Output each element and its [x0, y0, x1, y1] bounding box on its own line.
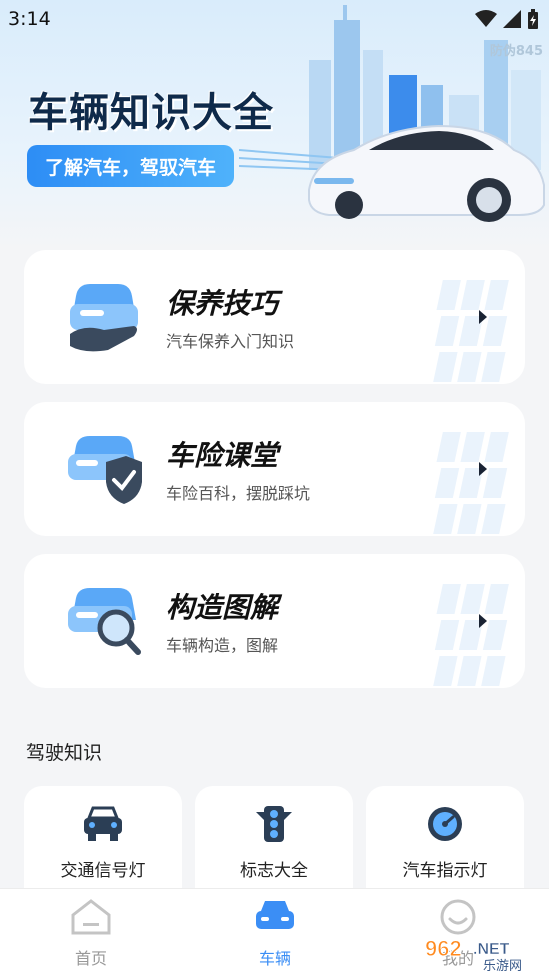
svg-text:962: 962	[425, 936, 462, 961]
page-title: 车辆知识大全	[28, 90, 274, 136]
car-hand-icon	[70, 284, 138, 352]
status-bar: 3:14	[0, 0, 549, 38]
car-shield-icon	[68, 436, 142, 504]
signal-icon	[503, 10, 521, 28]
car-magnifier-icon	[68, 588, 141, 655]
svg-text:乐游网: 乐游网	[483, 959, 522, 972]
card-decoration	[433, 432, 509, 534]
tile-label: 标志大全	[240, 861, 308, 881]
status-icons	[475, 9, 539, 29]
traffic-light-icon	[256, 806, 292, 842]
site-watermark: 962 .NET 乐游网	[423, 932, 543, 975]
section-title: 驾驶知识	[26, 742, 103, 764]
tab-vehicle[interactable]: 车辆	[215, 889, 335, 976]
wifi-icon	[475, 10, 497, 27]
card-insurance-class[interactable]: 车险课堂 车险百科，摆脱踩坑	[24, 402, 525, 536]
card-title: 构造图解	[166, 591, 279, 624]
card-subtitle: 车辆构造，图解	[166, 636, 279, 655]
hero-slogan: 了解汽车，驾驭汽车	[27, 145, 235, 187]
tab-label: 首页	[74, 949, 107, 968]
tile-label: 交通信号灯	[60, 861, 146, 881]
chevron-right-icon	[479, 614, 487, 628]
battery-icon	[528, 9, 538, 29]
car-front-icon	[84, 806, 122, 841]
card-structure-diagram[interactable]: 构造图解 车辆构造，图解	[24, 554, 525, 688]
hero-banner: 3:14 防伪845 车辆知识大全 了解汽车，驾驭汽车	[0, 0, 549, 250]
card-decoration	[433, 280, 509, 382]
card-maintenance-tips[interactable]: 保养技巧 汽车保养入门知识	[24, 250, 525, 384]
speedometer-icon	[428, 807, 462, 841]
home-icon	[71, 899, 111, 935]
car-icon	[256, 901, 294, 929]
card-subtitle: 汽车保养入门知识	[166, 332, 295, 351]
tile-label: 汽车指示灯	[402, 861, 488, 881]
card-subtitle: 车险百科，摆脱踩坑	[166, 484, 311, 503]
profile-icon	[440, 899, 476, 935]
chevron-right-icon	[479, 310, 487, 324]
card-title: 保养技巧	[166, 287, 279, 320]
svg-text:.NET: .NET	[473, 941, 510, 958]
tab-home[interactable]: 首页	[31, 889, 151, 976]
tab-label: 车辆	[258, 949, 291, 968]
chevron-right-icon	[479, 462, 487, 476]
card-title: 车险课堂	[166, 439, 279, 472]
status-time: 3:14	[8, 8, 51, 30]
card-decoration	[433, 584, 509, 686]
watermark-top: 防伪845	[489, 44, 543, 59]
